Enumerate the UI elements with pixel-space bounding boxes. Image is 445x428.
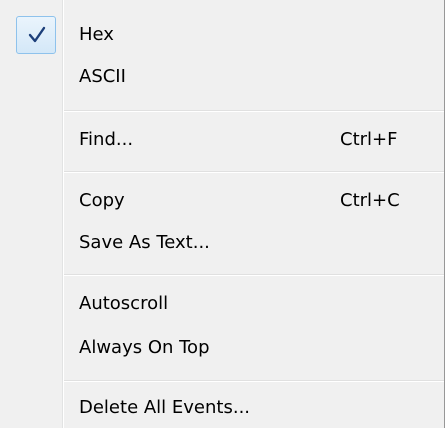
menu-item-label: Always On Top: [79, 337, 210, 358]
menu-item-label: Hex: [79, 24, 114, 45]
menu-item-copy[interactable]: Copy Ctrl+C: [0, 181, 444, 221]
menu-separator: [64, 171, 444, 173]
menu-item-find[interactable]: Find... Ctrl+F: [0, 120, 444, 160]
menu-item-ascii[interactable]: ASCII: [0, 57, 444, 97]
menu-separator: [64, 274, 444, 276]
menu-separator: [64, 380, 444, 382]
menu-separator: [64, 110, 444, 112]
menu-item-save-as-text[interactable]: Save As Text...: [0, 223, 444, 263]
menu-item-autoscroll[interactable]: Autoscroll: [0, 284, 444, 324]
menu-item-label: Delete All Events...: [79, 397, 251, 418]
menu-item-label: Copy: [79, 190, 125, 211]
menu-item-label: Autoscroll: [79, 293, 169, 314]
menu-item-label: Find...: [79, 129, 134, 150]
menu-item-label: ASCII: [79, 66, 126, 87]
context-menu: Hex ASCII Find... Ctrl+F Copy Ctrl+C Sav…: [0, 0, 445, 428]
menu-item-delete-all-events[interactable]: Delete All Events...: [0, 388, 444, 428]
menu-item-shortcut: Ctrl+F: [340, 129, 398, 150]
menu-item-label: Save As Text...: [79, 232, 210, 253]
menu-item-shortcut: Ctrl+C: [340, 190, 400, 211]
menu-item-always-on-top[interactable]: Always On Top: [0, 328, 444, 368]
menu-item-hex[interactable]: Hex: [0, 15, 444, 55]
